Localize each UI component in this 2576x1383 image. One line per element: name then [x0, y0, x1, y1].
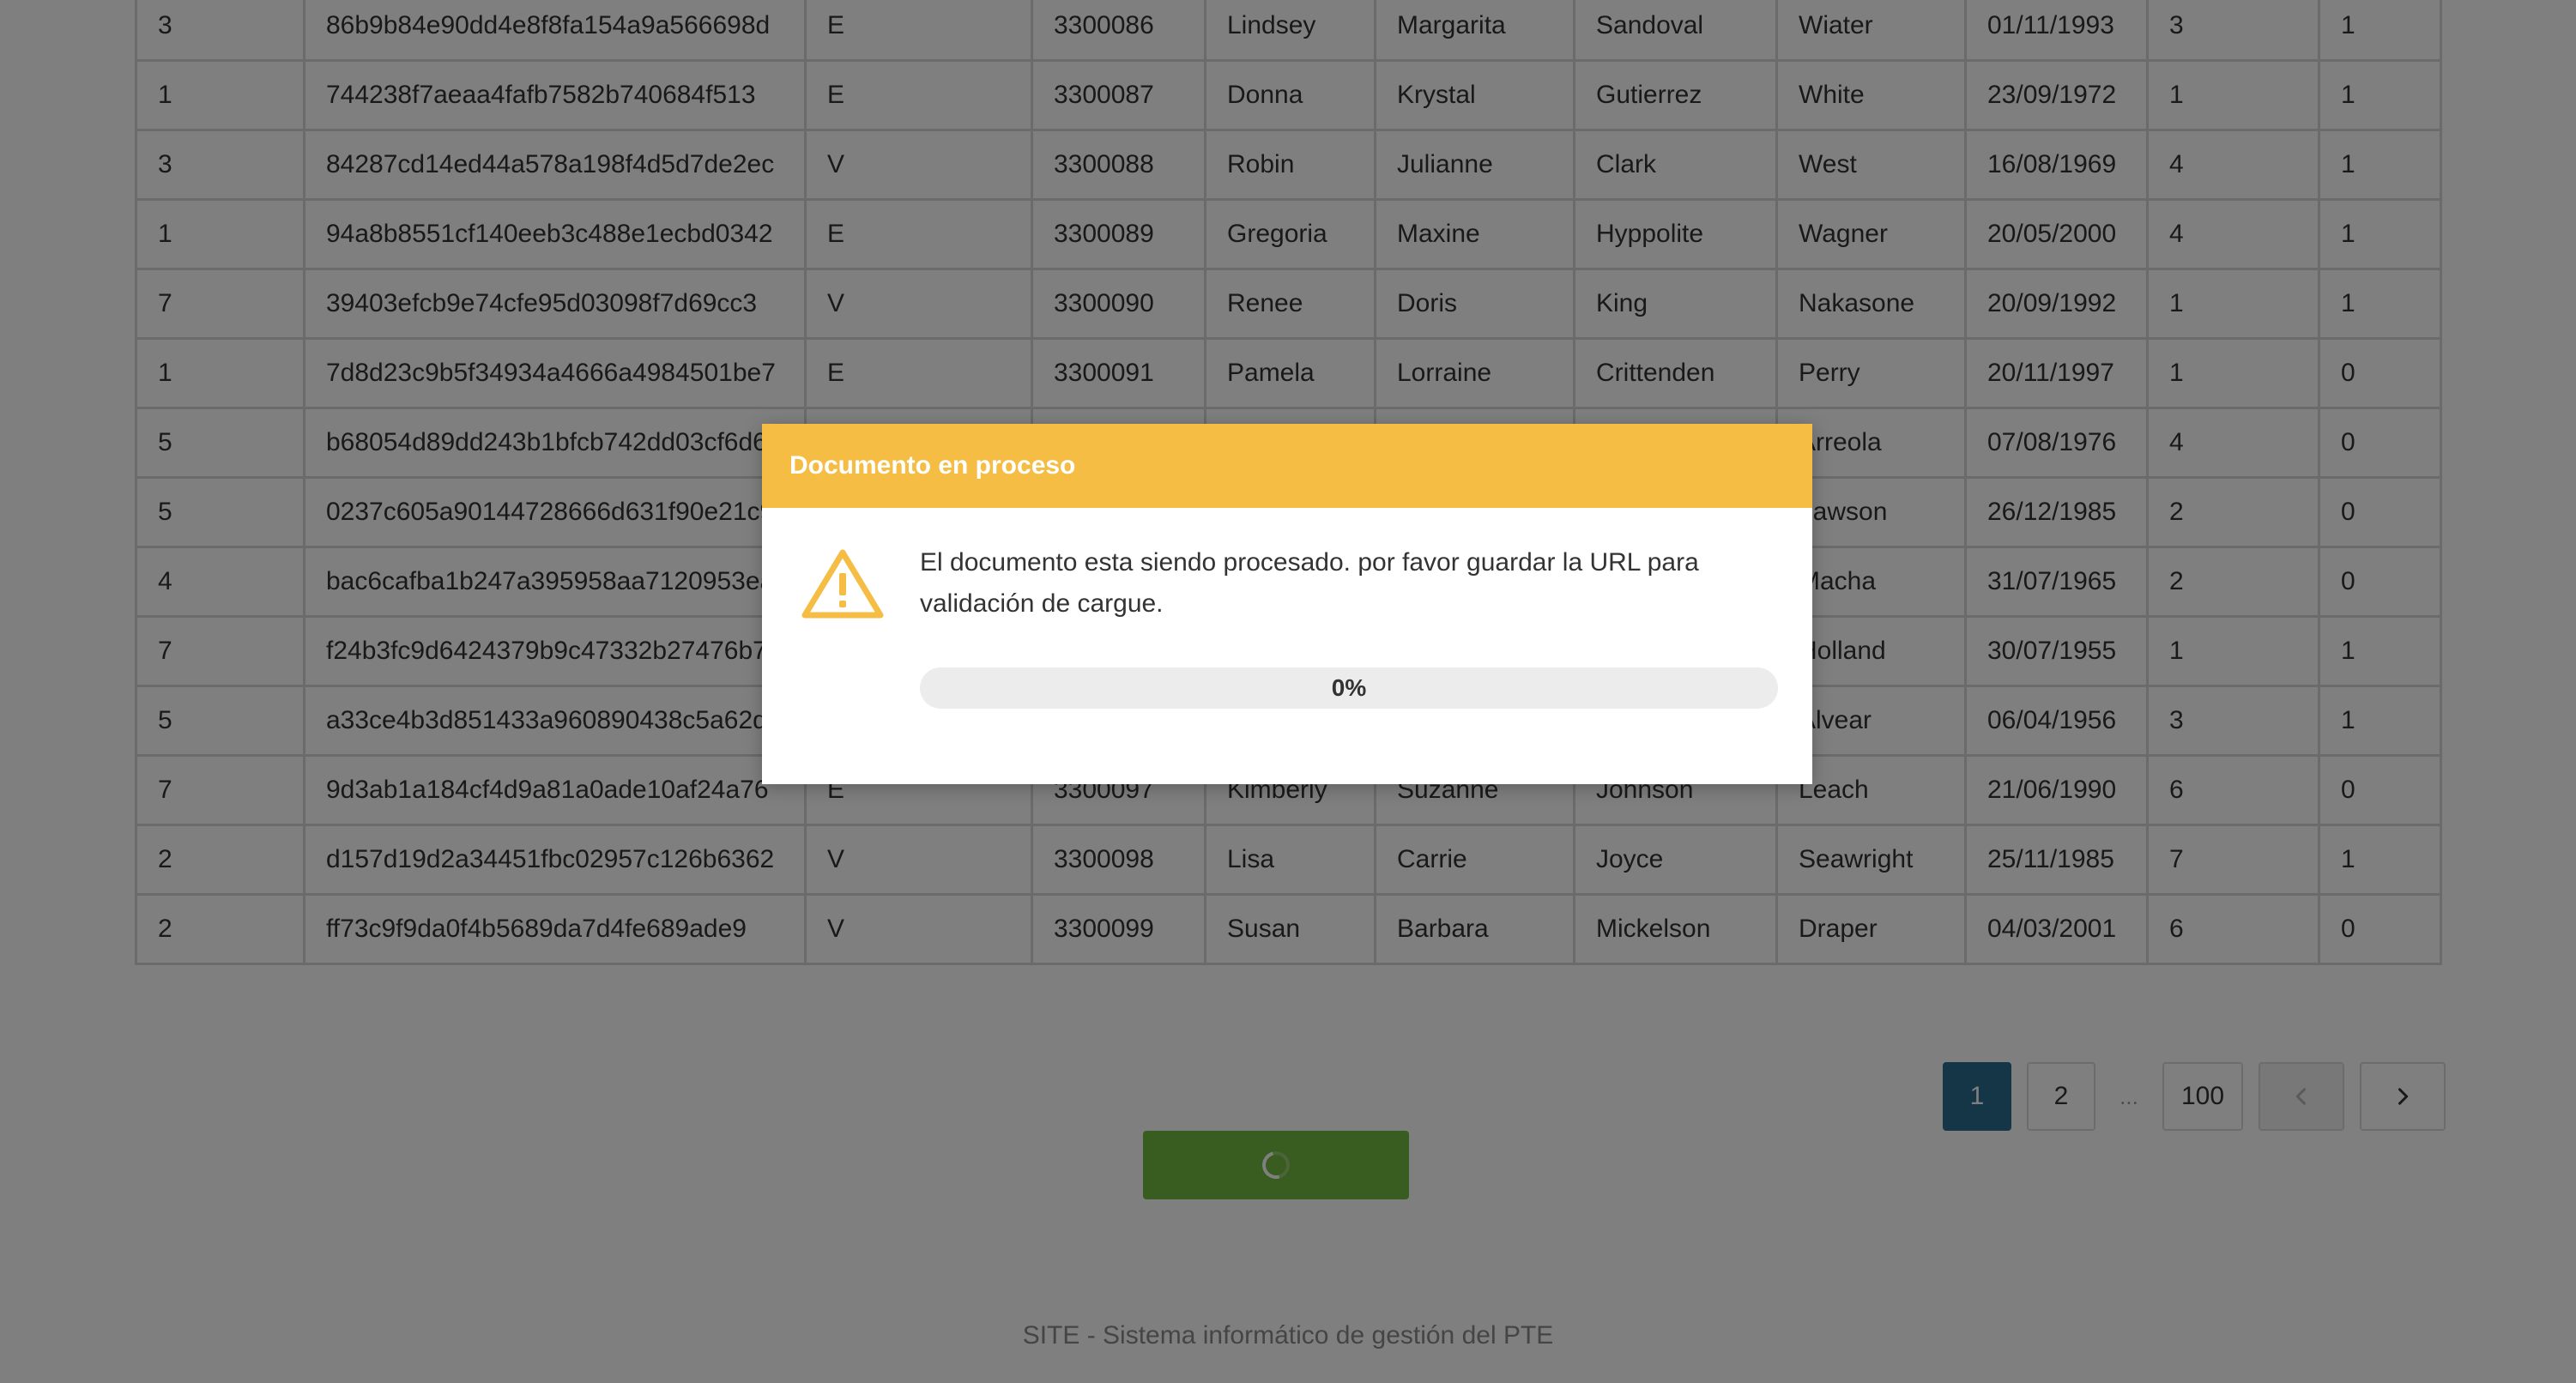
modal-title: Documento en proceso	[789, 451, 1076, 480]
progress-bar: 0%	[920, 667, 1778, 709]
modal-header: Documento en proceso	[762, 424, 1812, 508]
processing-modal: Documento en proceso El documento esta s…	[762, 424, 1812, 784]
progress-label: 0%	[1331, 674, 1367, 701]
modal-message: El documento esta siendo procesado. por …	[920, 548, 1699, 618]
warning-icon	[801, 549, 884, 619]
page: 386b9b84e90dd4e8f8fa154a9a566698dE330008…	[0, 0, 2576, 1383]
